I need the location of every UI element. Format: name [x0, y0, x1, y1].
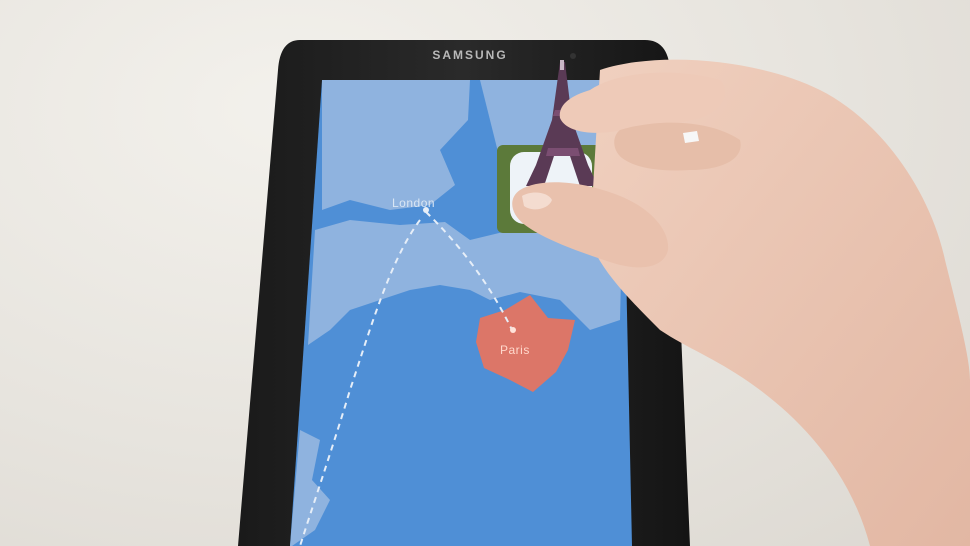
device-brand: SAMSUNG	[432, 48, 508, 62]
paris-marker[interactable]	[510, 327, 516, 333]
camera-icon	[570, 53, 576, 59]
scene	[238, 40, 970, 546]
city-label-london: London	[392, 196, 436, 210]
city-label-paris: Paris	[500, 343, 530, 357]
